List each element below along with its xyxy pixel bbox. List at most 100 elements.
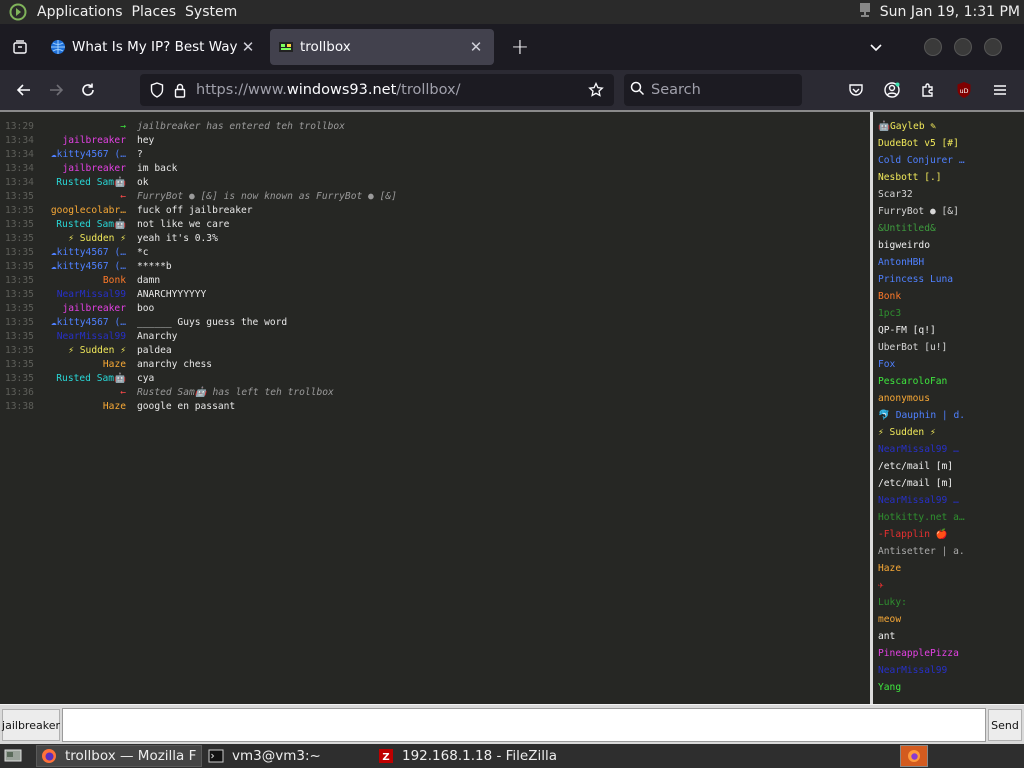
search-bar[interactable]: Search: [624, 74, 802, 106]
new-tab-plus-icon[interactable]: +: [504, 31, 536, 63]
applications-menu[interactable]: Applications: [37, 4, 123, 20]
list-all-tabs-icon[interactable]: [4, 31, 36, 63]
message-nick[interactable]: ☁kitty4567 (…: [51, 246, 126, 260]
chevron-down-icon[interactable]: [860, 31, 892, 63]
message-nick[interactable]: ←: [120, 386, 126, 400]
message-text: ______ Guys guess the word: [137, 317, 288, 328]
user-list-item[interactable]: ant: [878, 630, 1020, 644]
maximize-button[interactable]: [954, 38, 972, 56]
user-list-item[interactable]: NearMissal99 …: [878, 494, 1020, 508]
message-nick[interactable]: ⚡ Sudden ⚡: [68, 232, 126, 246]
places-menu[interactable]: Places: [132, 4, 177, 20]
user-list-item[interactable]: Princess Luna: [878, 273, 1020, 287]
task-firefox[interactable]: trollbox — Mozilla F…: [36, 745, 202, 767]
nickname-button[interactable]: jailbreaker: [2, 709, 60, 741]
user-list-item[interactable]: Luky:: [878, 596, 1020, 610]
bookmark-star-icon[interactable]: [582, 74, 610, 106]
user-list-item[interactable]: FurryBot ● [&]: [878, 205, 1020, 219]
chat-message: 13:38 Haze google en passant: [0, 400, 870, 414]
user-list-item[interactable]: DudeBot v5 [#]: [878, 137, 1020, 151]
user-list-item[interactable]: PineapplePizza: [878, 647, 1020, 661]
hamburger-menu-icon[interactable]: [984, 74, 1016, 106]
account-icon[interactable]: [876, 74, 908, 106]
user-list-item[interactable]: ⚡ Sudden ⚡: [878, 426, 1020, 440]
show-desktop-icon[interactable]: [2, 746, 24, 766]
pocket-icon[interactable]: [840, 74, 872, 106]
user-list-item[interactable]: /etc/mail [m]: [878, 477, 1020, 491]
user-list-item[interactable]: meow: [878, 613, 1020, 627]
message-nick[interactable]: ☁kitty4567 (…: [51, 148, 126, 162]
task-filezilla[interactable]: Z 192.168.1.18 - FileZilla: [374, 745, 894, 767]
user-list-item[interactable]: ✈: [878, 579, 1020, 593]
message-nick[interactable]: jailbreaker: [62, 302, 126, 316]
close-window-button[interactable]: [984, 38, 1002, 56]
task-terminal[interactable]: vm3@vm3:~: [204, 745, 372, 767]
message-nick[interactable]: jailbreaker: [62, 162, 126, 176]
user-list-item[interactable]: 1pc3: [878, 307, 1020, 321]
message-timestamp: 13:35: [5, 345, 34, 356]
user-list-item[interactable]: 🐬 Dauphin | d.: [878, 409, 1020, 423]
forward-arrow-icon[interactable]: [40, 74, 72, 106]
close-tab-icon[interactable]: ✕: [238, 38, 258, 56]
message-nick[interactable]: googlecolabr…: [51, 204, 126, 218]
user-list-item[interactable]: /etc/mail [m]: [878, 460, 1020, 474]
extensions-puzzle-icon[interactable]: [912, 74, 944, 106]
message-nick[interactable]: NearMissal99: [57, 330, 126, 344]
user-list-item[interactable]: Hotkitty.net a…: [878, 511, 1020, 525]
message-nick[interactable]: ☁kitty4567 (…: [51, 316, 126, 330]
message-nick[interactable]: ☁kitty4567 (…: [51, 260, 126, 274]
workspace-switcher[interactable]: [900, 745, 928, 767]
lock-icon[interactable]: [170, 74, 190, 106]
message-nick[interactable]: Rusted Sam🤖: [56, 218, 126, 232]
message-nick[interactable]: ⚡ Sudden ⚡: [68, 344, 126, 358]
message-nick[interactable]: Rusted Sam🤖: [56, 372, 126, 386]
back-arrow-icon[interactable]: [8, 74, 40, 106]
user-list-item[interactable]: Yang: [878, 681, 1020, 695]
user-list-item[interactable]: UberBot [u!]: [878, 341, 1020, 355]
user-list-item[interactable]: -Flapplin 🍎: [878, 528, 1020, 542]
user-list-item[interactable]: Antisetter | a.: [878, 545, 1020, 559]
user-list[interactable]: 🤖Gayleb ✎ DudeBot v5 [#] Cold Conjurer … Ne…: [873, 112, 1024, 704]
user-list-item[interactable]: &Untitled&: [878, 222, 1020, 236]
user-list-item[interactable]: Cold Conjurer …: [878, 154, 1020, 168]
user-list-item[interactable]: Haze: [878, 562, 1020, 576]
reload-icon[interactable]: [72, 74, 104, 106]
user-list-item[interactable]: Bonk: [878, 290, 1020, 304]
user-list-item[interactable]: Fox: [878, 358, 1020, 372]
user-list-item[interactable]: AntonHBH: [878, 256, 1020, 270]
system-menu[interactable]: System: [185, 4, 237, 20]
message-nick[interactable]: Rusted Sam🤖: [56, 176, 126, 190]
user-list-item[interactable]: bigweirdo: [878, 239, 1020, 253]
network-icon[interactable]: [858, 2, 872, 22]
url-text[interactable]: https://www.windows93.net/trollbox/: [196, 82, 582, 98]
user-list-item[interactable]: Scar32: [878, 188, 1020, 202]
tracking-protection-shield-icon[interactable]: [144, 74, 170, 106]
user-list-item[interactable]: NearMissal99: [878, 664, 1020, 678]
url-bar[interactable]: https://www.windows93.net/trollbox/: [140, 74, 614, 106]
gnome-logo-icon[interactable]: [8, 2, 28, 22]
message-nick[interactable]: ←: [120, 190, 126, 204]
message-nick[interactable]: Haze: [103, 400, 126, 414]
user-list-item[interactable]: anonymous: [878, 392, 1020, 406]
user-list-item[interactable]: NearMissal99 …: [878, 443, 1020, 457]
user-list-item[interactable]: QP-FM [q!]: [878, 324, 1020, 338]
close-tab-icon[interactable]: ✕: [466, 38, 486, 56]
user-list-item[interactable]: Nesbott [.]: [878, 171, 1020, 185]
message-input[interactable]: [62, 708, 986, 742]
user-list-item[interactable]: 🤖Gayleb ✎: [878, 120, 1020, 134]
clock[interactable]: Sun Jan 19, 1:31 PM: [880, 4, 1020, 20]
chat-log[interactable]: 13:29 → jailbreaker has entered teh trollb…: [0, 112, 870, 704]
message-nick[interactable]: Bonk: [103, 274, 126, 288]
minimize-button[interactable]: [924, 38, 942, 56]
tab-what-is-my-ip[interactable]: What Is My IP? Best Way To ✕: [42, 29, 266, 65]
message-text: im back: [137, 163, 178, 174]
message-nick[interactable]: →: [120, 120, 126, 134]
message-nick[interactable]: Haze: [103, 358, 126, 372]
message-nick[interactable]: jailbreaker: [62, 134, 126, 148]
ublock-origin-icon[interactable]: uD: [948, 74, 980, 106]
send-button[interactable]: Send: [988, 709, 1022, 741]
user-list-item[interactable]: PescaroloFan: [878, 375, 1020, 389]
search-input[interactable]: Search: [651, 82, 701, 98]
message-nick[interactable]: NearMissal99: [57, 288, 126, 302]
tab-trollbox[interactable]: trollbox ✕: [270, 29, 494, 65]
